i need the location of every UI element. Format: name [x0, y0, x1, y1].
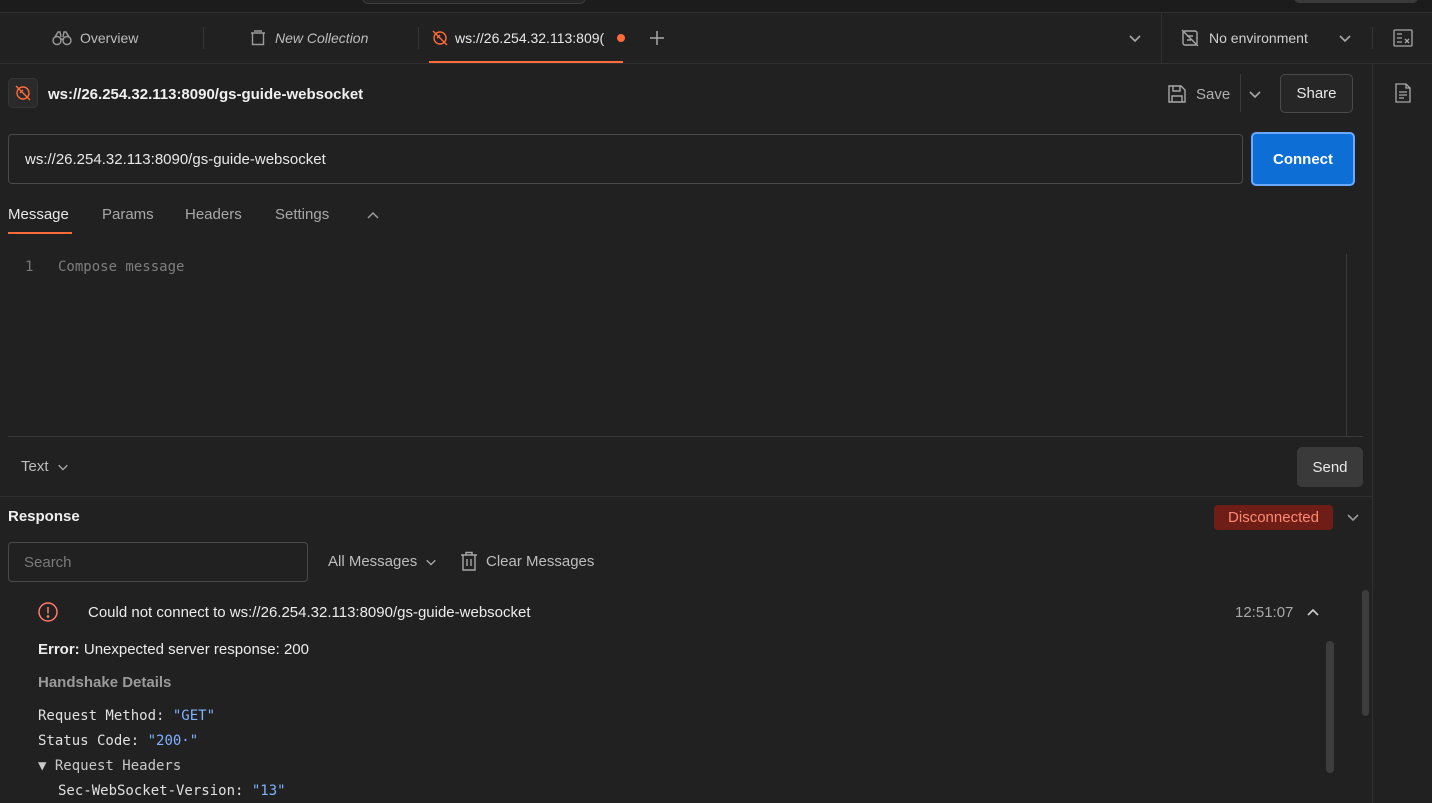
tab-divider [418, 27, 419, 49]
filter-label: All Messages [328, 553, 418, 570]
environment-label: No environment [1209, 30, 1308, 46]
response-scrollbar[interactable] [1362, 590, 1369, 716]
ws-version-key: Sec-WebSocket-Version: [58, 783, 244, 799]
binoculars-icon [52, 31, 72, 46]
search-input[interactable] [8, 542, 308, 582]
status-code-value: "200·" [147, 733, 199, 749]
trash-icon [461, 551, 477, 571]
handshake-title: Handshake Details [38, 674, 172, 691]
event-timestamp: 12:51:07 [1235, 604, 1294, 621]
chevron-down-icon [426, 559, 436, 566]
tabs-overflow-button[interactable] [1128, 13, 1142, 63]
request-method-value: "GET" [172, 708, 216, 724]
line-number: 1 [25, 259, 34, 275]
chevron-down-icon [1129, 35, 1141, 43]
chevron-down-icon [1347, 514, 1359, 522]
event-scrollbar[interactable] [1326, 641, 1334, 773]
request-type-icon [8, 78, 38, 108]
documentation-button[interactable] [1394, 83, 1412, 106]
websocket-icon [432, 30, 448, 46]
error-icon [37, 601, 59, 626]
status-code-key: Status Code: [38, 733, 140, 749]
request-method-key: Request Method: [38, 708, 165, 724]
status-code-row: Status Code: "200·" [38, 733, 198, 749]
error-label: Error: [38, 641, 80, 658]
chevron-down-icon [57, 464, 68, 471]
ws-version-value: "13" [251, 783, 286, 799]
active-subtab-indicator [8, 232, 72, 234]
unsaved-dot [617, 34, 625, 42]
tab-params[interactable]: Params [102, 206, 154, 223]
clear-label: Clear Messages [486, 552, 595, 570]
tab-new-collection[interactable]: New Collection [249, 13, 368, 63]
tab-overview[interactable]: Overview [52, 13, 138, 63]
save-icon [1168, 85, 1186, 103]
env-divider [1372, 27, 1373, 49]
new-tab-button[interactable] [648, 13, 666, 63]
no-environment-icon [1181, 29, 1199, 47]
tab-message[interactable]: Message [8, 206, 69, 223]
tab-label: New Collection [275, 30, 369, 46]
top-action-pill[interactable] [1294, 0, 1418, 3]
message-format-select[interactable]: Text [21, 458, 69, 475]
save-options-button[interactable] [1248, 87, 1262, 104]
right-sidebar-divider [1372, 64, 1373, 803]
environment-selector[interactable]: No environment [1181, 13, 1352, 63]
save-label: Save [1196, 85, 1231, 103]
tab-settings[interactable]: Settings [275, 206, 329, 223]
connect-button[interactable]: Connect [1251, 132, 1355, 186]
tab-label: ws://26.254.32.113:809( [455, 30, 605, 46]
top-search-pill[interactable] [362, 0, 586, 4]
ws-version-row: Sec-WebSocket-Version: "13" [58, 783, 286, 799]
url-input[interactable]: ws://26.254.32.113:8090/gs-guide-websock… [8, 134, 1243, 184]
websocket-icon [15, 85, 31, 101]
response-divider [0, 496, 1372, 497]
tab-divider [203, 27, 204, 49]
send-button[interactable]: Send [1297, 447, 1363, 487]
format-label: Text [21, 458, 49, 475]
document-icon [1395, 83, 1411, 103]
window-top-strip [0, 0, 1432, 13]
chevron-up-icon [1307, 608, 1319, 616]
chevron-down-icon [1249, 91, 1261, 99]
tab-label: Overview [80, 30, 139, 46]
tab-headers[interactable]: Headers [185, 206, 242, 223]
plus-icon [650, 31, 664, 45]
editor-divider [8, 436, 1363, 437]
tab-websocket-request[interactable]: ws://26.254.32.113:809( [431, 13, 625, 63]
collapse-panel-button[interactable] [366, 208, 380, 224]
status-badge: Disconnected [1214, 505, 1333, 530]
share-button[interactable]: Share [1280, 74, 1353, 113]
event-message[interactable]: Could not connect to ws://26.254.32.113:… [88, 604, 531, 621]
chevron-down-icon [1339, 35, 1351, 43]
error-detail: Error: Unexpected server response: 200 [38, 641, 309, 658]
request-title[interactable]: ws://26.254.32.113:8090/gs-guide-websock… [48, 86, 363, 103]
request-headers-toggle[interactable]: ▼ Request Headers [38, 758, 181, 774]
save-button[interactable]: Save [1167, 84, 1230, 104]
error-text: Unexpected server response: 200 [83, 641, 309, 658]
save-divider [1240, 74, 1241, 112]
env-divider [1161, 13, 1162, 63]
message-editor[interactable]: Compose message [58, 259, 184, 275]
collapse-response-button[interactable] [1346, 510, 1360, 527]
collection-icon [251, 30, 265, 46]
tab-bar: Overview New Collection ws://26.254.32.1… [0, 13, 1432, 64]
chevron-up-icon [367, 211, 379, 219]
response-title: Response [8, 508, 80, 525]
editor-scrollbar[interactable] [1346, 254, 1347, 436]
collapse-event-button[interactable] [1306, 605, 1320, 621]
message-filter-select[interactable]: All Messages [328, 553, 437, 570]
active-tab-indicator [429, 61, 623, 63]
clear-messages-button[interactable]: Clear Messages [460, 551, 594, 571]
environment-quick-look-button[interactable] [1393, 13, 1413, 63]
request-method-row: Request Method: "GET" [38, 708, 215, 724]
environment-quick-look-icon [1393, 29, 1413, 47]
